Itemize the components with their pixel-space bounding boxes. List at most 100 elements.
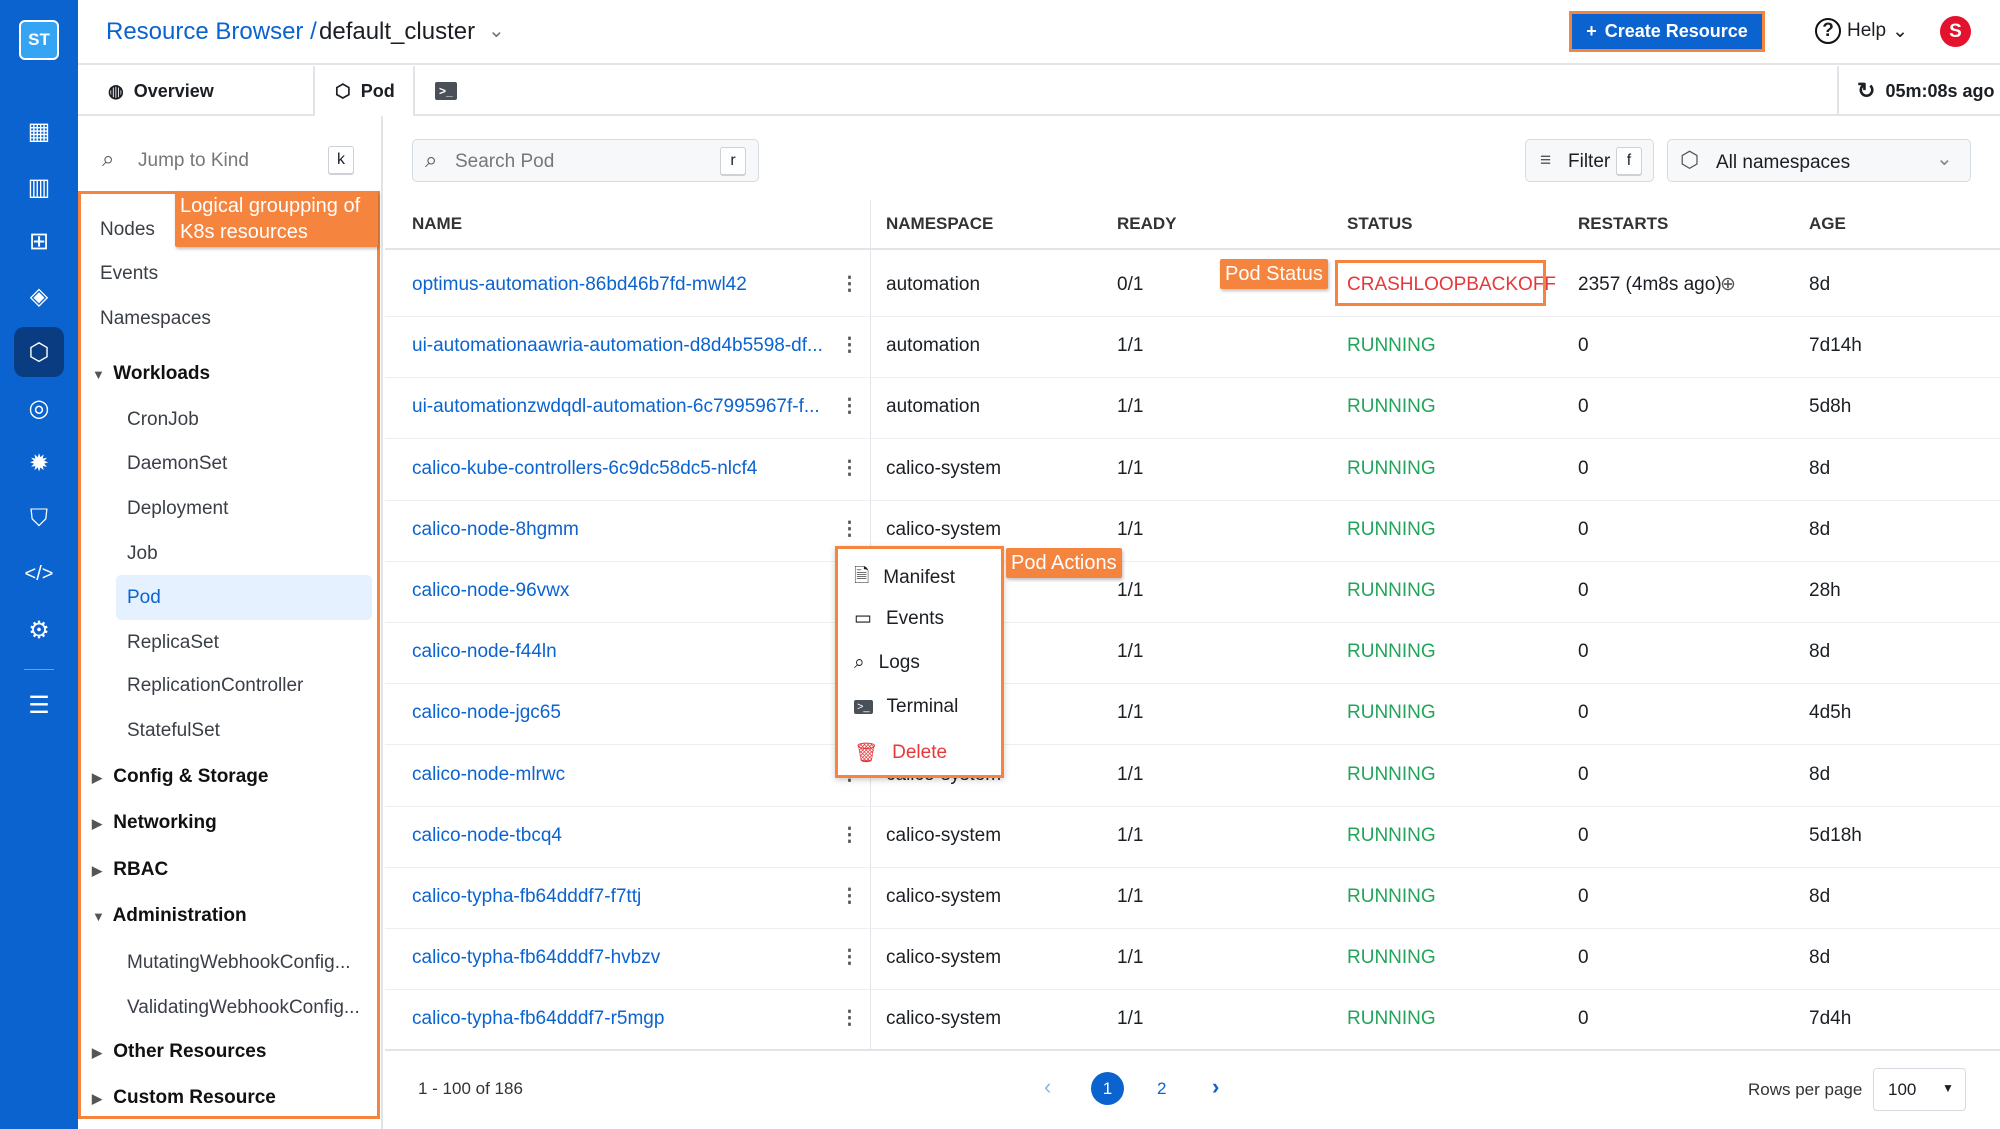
nav-group-other-resources[interactable]: ▶ Other Resources	[92, 1041, 266, 1063]
namespace-select[interactable]: ⬡ All namespaces ⌄	[1667, 139, 1971, 182]
age-cell: 8d	[1809, 886, 1831, 907]
tab-terminal[interactable]: >_	[415, 66, 477, 116]
jump-to-kind-input[interactable]: Jump to Kind	[138, 150, 249, 172]
row-actions-kebab-icon[interactable]: ⋮	[840, 457, 859, 480]
pod-name-link[interactable]: optimus-automation-86bd46b7fd-mwl42	[412, 274, 747, 296]
nav-group-workloads[interactable]: ▼ Workloads	[92, 363, 210, 385]
nav-job[interactable]: Job	[127, 543, 158, 565]
column-header-namespace[interactable]: NAMESPACE	[886, 214, 993, 234]
shield-icon[interactable]: ⛉	[19, 499, 59, 539]
refresh-button[interactable]: ↻ 05m:08s ago	[1837, 66, 1995, 116]
nav-group-administration[interactable]: ▼ Administration	[92, 905, 247, 927]
nav-statefulset[interactable]: StatefulSet	[127, 720, 220, 742]
menu-item-delete[interactable]: 🗑 Delete	[854, 741, 947, 765]
row-actions-kebab-icon[interactable]: ⋮	[840, 395, 859, 418]
namespace-cell: calico-system	[886, 1008, 1002, 1030]
pod-name-link[interactable]: ui-automationaawria-automation-d8d4b5598…	[412, 335, 823, 357]
nav-pod[interactable]: Pod	[127, 587, 161, 609]
prev-page-icon[interactable]: ‹	[1044, 1074, 1051, 1100]
menu-item-logs[interactable]: ⌕ Logs	[854, 652, 920, 674]
avatar[interactable]: S	[1940, 16, 1971, 47]
breadcrumb-root[interactable]: Resource Browser /	[106, 18, 317, 46]
row-actions-kebab-icon[interactable]: ⋮	[840, 885, 859, 908]
row-actions-kebab-icon[interactable]: ⋮	[840, 824, 859, 847]
stack-icon[interactable]: ◈	[19, 276, 59, 316]
pod-name-link[interactable]: calico-typha-fb64dddf7-hvbzv	[412, 947, 660, 969]
table-row[interactable]	[385, 746, 2000, 807]
security-scan-icon[interactable]: ◎	[19, 388, 59, 428]
layers-icon[interactable]: ☰	[19, 685, 59, 725]
column-header-restarts[interactable]: RESTARTS	[1578, 214, 1668, 234]
menu-label: Delete	[892, 742, 948, 763]
nav-replicationcontroller[interactable]: ReplicationController	[127, 675, 303, 697]
page-2-button[interactable]: 2	[1157, 1079, 1166, 1099]
nav-group-networking[interactable]: ▶ Networking	[92, 812, 217, 834]
nav-deployment[interactable]: Deployment	[127, 498, 228, 520]
row-actions-kebab-icon[interactable]: ⋮	[840, 334, 859, 357]
app-groups-icon[interactable]: ▥	[19, 167, 59, 207]
chevron-down-icon[interactable]: ⌄	[488, 18, 505, 43]
filter-shortcut-key: f	[1616, 147, 1642, 175]
zoom-in-icon[interactable]: ⊕	[1720, 273, 1736, 296]
tab-pod[interactable]: ⬡ Pod	[315, 66, 415, 116]
pod-name-link[interactable]: calico-node-jgc65	[412, 702, 561, 724]
column-header-name[interactable]: NAME	[412, 214, 462, 234]
table-row[interactable]	[385, 684, 2000, 746]
nav-replicaset[interactable]: ReplicaSet	[127, 632, 219, 654]
pod-name-link[interactable]: calico-typha-fb64dddf7-f7ttj	[412, 886, 641, 908]
column-header-ready[interactable]: READY	[1117, 214, 1177, 234]
menu-item-manifest[interactable]: 🗎 Manifest	[854, 562, 955, 594]
tab-bar: ◍ Overview ⬡ Pod >_ ↻ 05m:08s ago	[78, 66, 2000, 116]
row-actions-kebab-icon[interactable]: ⋮	[840, 1007, 859, 1030]
menu-item-terminal[interactable]: >_ Terminal	[854, 696, 958, 718]
apps-grid-icon[interactable]: ▦	[19, 111, 59, 151]
nav-group-rbac[interactable]: ▶ RBAC	[92, 859, 168, 881]
pod-name-link[interactable]: calico-typha-fb64dddf7-r5mgp	[412, 1008, 664, 1030]
pod-name-link[interactable]: calico-node-tbcq4	[412, 825, 562, 847]
nav-validating-webhook[interactable]: ValidatingWebhookConfig...	[127, 997, 360, 1019]
row-actions-kebab-icon[interactable]: ⋮	[840, 518, 859, 541]
filter-button[interactable]: ≡ Filter f	[1525, 139, 1654, 182]
table-row[interactable]	[385, 623, 2000, 685]
resource-browser-icon[interactable]: ⬡	[14, 327, 64, 377]
chevron-down-icon: ⌄	[1892, 20, 1908, 42]
pod-name-link[interactable]: calico-kube-controllers-6c9dc58dc5-nlcf4	[412, 458, 757, 480]
pod-name-link[interactable]: calico-node-96vwx	[412, 580, 569, 602]
create-resource-button[interactable]: + Create Resource	[1569, 11, 1765, 52]
table-row[interactable]	[385, 562, 2000, 623]
app-logo[interactable]: ST	[19, 20, 59, 60]
column-header-age[interactable]: AGE	[1809, 214, 1846, 234]
code-icon[interactable]: </>	[19, 554, 59, 594]
pod-name-link[interactable]: ui-automationzwdqdl-automation-6c7995967…	[412, 396, 820, 418]
nav-nodes[interactable]: Nodes	[100, 219, 155, 241]
menu-item-events[interactable]: ▭ Events	[854, 607, 944, 630]
dashboard-icon[interactable]: ⊞	[19, 221, 59, 261]
ready-cell: 1/1	[1117, 1008, 1144, 1030]
table-row[interactable]	[385, 807, 2000, 868]
page-1-button[interactable]: 1	[1091, 1072, 1124, 1105]
nav-group-custom-resource[interactable]: ▶ Custom Resource	[92, 1087, 276, 1109]
pod-name-link[interactable]: calico-node-8hgmm	[412, 519, 579, 541]
nav-namespaces[interactable]: Namespaces	[100, 308, 211, 330]
table-row[interactable]	[385, 501, 2000, 562]
age-cell: 5d8h	[1809, 396, 1852, 418]
bug-icon[interactable]: ✹	[19, 443, 59, 483]
nav-mutating-webhook[interactable]: MutatingWebhookConfig...	[127, 952, 351, 974]
nav-cronjob[interactable]: CronJob	[127, 409, 199, 431]
gear-icon[interactable]: ⚙	[19, 610, 59, 650]
pod-name-link[interactable]: calico-node-f44ln	[412, 641, 557, 663]
column-header-status[interactable]: STATUS	[1347, 214, 1412, 234]
cluster-selector[interactable]: default_cluster	[319, 18, 475, 46]
tab-overview[interactable]: ◍ Overview	[88, 66, 315, 116]
nav-events[interactable]: Events	[100, 263, 158, 285]
nav-group-config-storage[interactable]: ▶ Config & Storage	[92, 766, 268, 788]
next-page-icon[interactable]: ›	[1212, 1074, 1219, 1100]
age-cell: 8d	[1809, 518, 1831, 540]
row-actions-kebab-icon[interactable]: ⋮	[840, 946, 859, 969]
rows-per-page-select[interactable]: 100 ▼	[1873, 1068, 1966, 1111]
row-actions-kebab-icon[interactable]: ⋮	[840, 273, 859, 296]
nav-daemonset[interactable]: DaemonSet	[127, 453, 227, 475]
help-menu[interactable]: ? Help ⌄	[1815, 18, 1908, 44]
pod-name-link[interactable]: calico-node-mlrwc	[412, 764, 565, 786]
search-pod-input[interactable]: ⌕ Search Pod r	[412, 139, 759, 182]
